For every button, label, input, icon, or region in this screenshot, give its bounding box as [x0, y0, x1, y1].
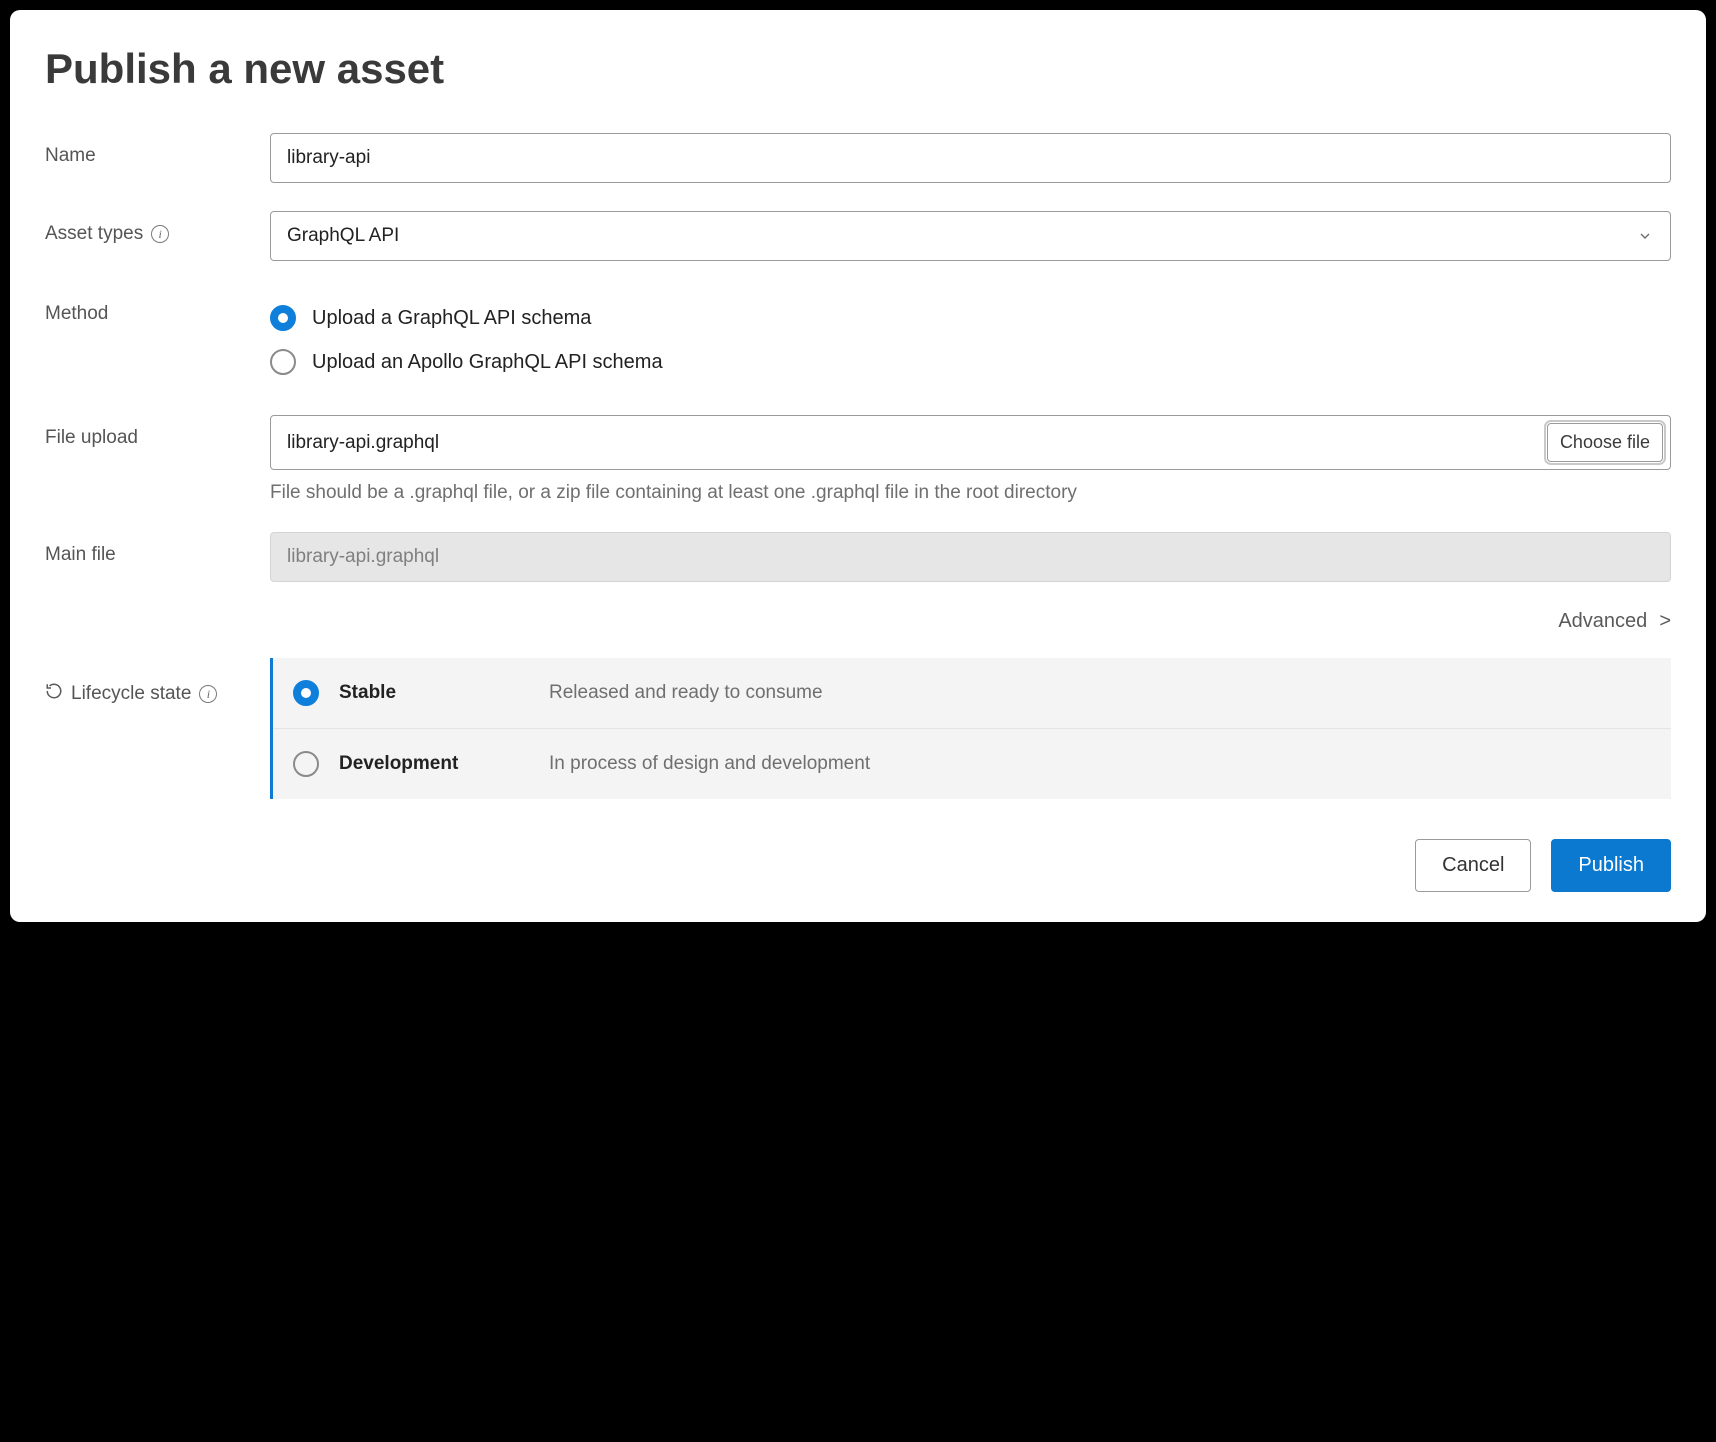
choose-file-button[interactable]: Choose file [1547, 423, 1663, 462]
radio-label: Upload a GraphQL API schema [312, 307, 591, 330]
asset-types-select[interactable]: GraphQL API [270, 211, 1671, 261]
file-upload-filename: library-api.graphql [287, 432, 439, 454]
lifecycle-name: Development [339, 753, 529, 775]
advanced-toggle[interactable]: Advanced > [1558, 610, 1671, 633]
radio-icon [293, 751, 319, 777]
label-name: Name [45, 133, 270, 167]
radio-icon [293, 680, 319, 706]
lifecycle-name: Stable [339, 682, 529, 704]
asset-types-value: GraphQL API [287, 225, 399, 247]
row-method: Method Upload a GraphQL API schema Uploa… [45, 301, 1671, 375]
info-icon[interactable]: i [151, 225, 169, 243]
row-main-file: Main file library-api.graphql [45, 532, 1671, 582]
row-asset-types: Asset types i GraphQL API [45, 211, 1671, 261]
lifecycle-desc: Released and ready to consume [549, 682, 823, 704]
main-file-input: library-api.graphql [270, 532, 1671, 582]
publish-button[interactable]: Publish [1551, 839, 1671, 892]
method-radio-graphql[interactable]: Upload a GraphQL API schema [270, 305, 1671, 331]
cancel-button[interactable]: Cancel [1415, 839, 1531, 892]
row-file-upload: File upload library-api.graphql Choose f… [45, 415, 1671, 470]
radio-icon [270, 305, 296, 331]
file-upload-helper: File should be a .graphql file, or a zip… [270, 482, 1671, 504]
row-name: Name [45, 133, 1671, 183]
chevron-right-icon: > [1659, 610, 1671, 633]
label-file-upload: File upload [45, 415, 270, 449]
lifecycle-icon [45, 682, 63, 706]
publish-asset-panel: Publish a new asset Name Asset types i G… [10, 10, 1706, 922]
advanced-label: Advanced [1558, 610, 1647, 633]
info-icon[interactable]: i [199, 685, 217, 703]
radio-icon [270, 349, 296, 375]
label-main-file: Main file [45, 532, 270, 566]
file-upload-field: library-api.graphql Choose file [270, 415, 1671, 470]
chevron-down-icon [1636, 227, 1654, 245]
label-lifecycle: Lifecycle state [71, 683, 191, 705]
method-radio-apollo[interactable]: Upload an Apollo GraphQL API schema [270, 349, 1671, 375]
lifecycle-option-development[interactable]: Development In process of design and dev… [273, 729, 1671, 799]
lifecycle-option-stable[interactable]: Stable Released and ready to consume [273, 658, 1671, 729]
label-method: Method [45, 301, 270, 325]
radio-label: Upload an Apollo GraphQL API schema [312, 351, 663, 374]
footer-actions: Cancel Publish [45, 839, 1671, 892]
name-input[interactable] [270, 133, 1671, 183]
lifecycle-table: Stable Released and ready to consume Dev… [270, 658, 1671, 799]
row-lifecycle: Lifecycle state i Stable Released and re… [45, 658, 1671, 799]
lifecycle-desc: In process of design and development [549, 753, 870, 775]
page-title: Publish a new asset [45, 45, 1671, 93]
label-asset-types: Asset types [45, 223, 143, 245]
